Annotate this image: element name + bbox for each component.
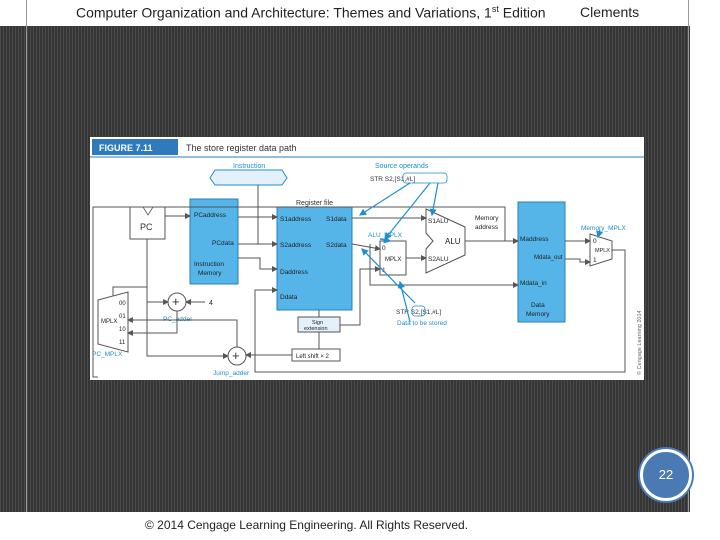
pc-label: PC	[140, 222, 153, 232]
s2-data-port: S2data	[326, 242, 347, 249]
side-copyright: © Cengage Learning 2014	[636, 310, 643, 375]
memory-address-label-1: Memory	[475, 215, 499, 222]
source-operands-label: Source operands	[375, 163, 429, 170]
s2-alu-port: S2ALU	[428, 256, 449, 263]
right-rule	[688, 0, 689, 540]
str-code: STR S2,[S1,#L]	[396, 309, 441, 316]
instruction-callout	[209, 169, 288, 186]
memory-mplx-label: Memory_MPLX	[581, 225, 626, 232]
slide-author: Clements	[580, 4, 640, 20]
s2-address-port: S2address	[280, 242, 312, 249]
instruction-memory-label-1: Instruction	[194, 261, 224, 268]
svg-text:0: 0	[593, 238, 597, 245]
m-data-in-port: Mdata_in	[520, 280, 547, 287]
right-margin-strip	[690, 0, 720, 540]
pc-mplx-label: PC_MPLX	[92, 351, 123, 358]
sign-extension-label-2: extension	[304, 326, 328, 332]
svg-text:+: +	[232, 348, 240, 363]
jump-adder-label: Jump_adder	[213, 370, 250, 377]
instruction-label: Instruction	[233, 163, 265, 170]
svg-text:01: 01	[119, 314, 126, 320]
d-address-port: Daddress	[280, 269, 309, 276]
pc-data-port: PCdata	[212, 240, 234, 247]
svg-text:00: 00	[119, 301, 126, 307]
source-operands-code: STR S2,[S1,#L]	[370, 176, 415, 183]
svg-text:1: 1	[593, 257, 597, 264]
svg-text:10: 10	[119, 327, 126, 333]
d-data-port: Ddata	[280, 294, 298, 301]
m-data-out-port: Mdata_out	[534, 255, 563, 261]
m-address-port: Maddress	[520, 236, 549, 243]
svg-text:11: 11	[119, 340, 126, 346]
page-number-badge: 22	[640, 449, 692, 501]
memory-address-label-2: address	[475, 224, 499, 231]
footer-copyright: © 2014 Cengage Learning Engineering. All…	[145, 518, 469, 532]
s1-alu-port: S1ALU	[428, 218, 449, 225]
data-memory-label-1: Data	[531, 302, 545, 309]
figure-store-register-data-path: FIGURE 7.11 The store register data path…	[90, 137, 644, 380]
s1-data-port: S1data	[326, 216, 347, 223]
alu-label: ALU	[445, 237, 461, 246]
instruction-memory-label-2: Memory	[198, 270, 222, 277]
svg-text:0: 0	[382, 245, 386, 252]
register-file-label: Register file	[296, 200, 333, 207]
data-memory-label-2: Memory	[526, 311, 550, 318]
data-to-be-stored: Data to be stored	[397, 320, 447, 327]
svg-text:MPLX: MPLX	[595, 248, 610, 254]
svg-text:MPLX: MPLX	[101, 319, 117, 325]
left-rule	[26, 0, 27, 540]
constant-four: 4	[209, 300, 213, 307]
svg-text:MPLX: MPLX	[385, 257, 401, 263]
figure-caption: The store register data path	[186, 143, 297, 153]
pc-address-port: PCaddress	[194, 212, 227, 219]
left-shift-label: Left shift × 2	[296, 354, 330, 360]
figure-number: FIGURE 7.11	[99, 143, 153, 153]
s1-address-port: S1address	[280, 216, 312, 223]
svg-text:+: +	[172, 294, 180, 309]
slide-title: Computer Organization and Architecture: …	[76, 4, 546, 21]
